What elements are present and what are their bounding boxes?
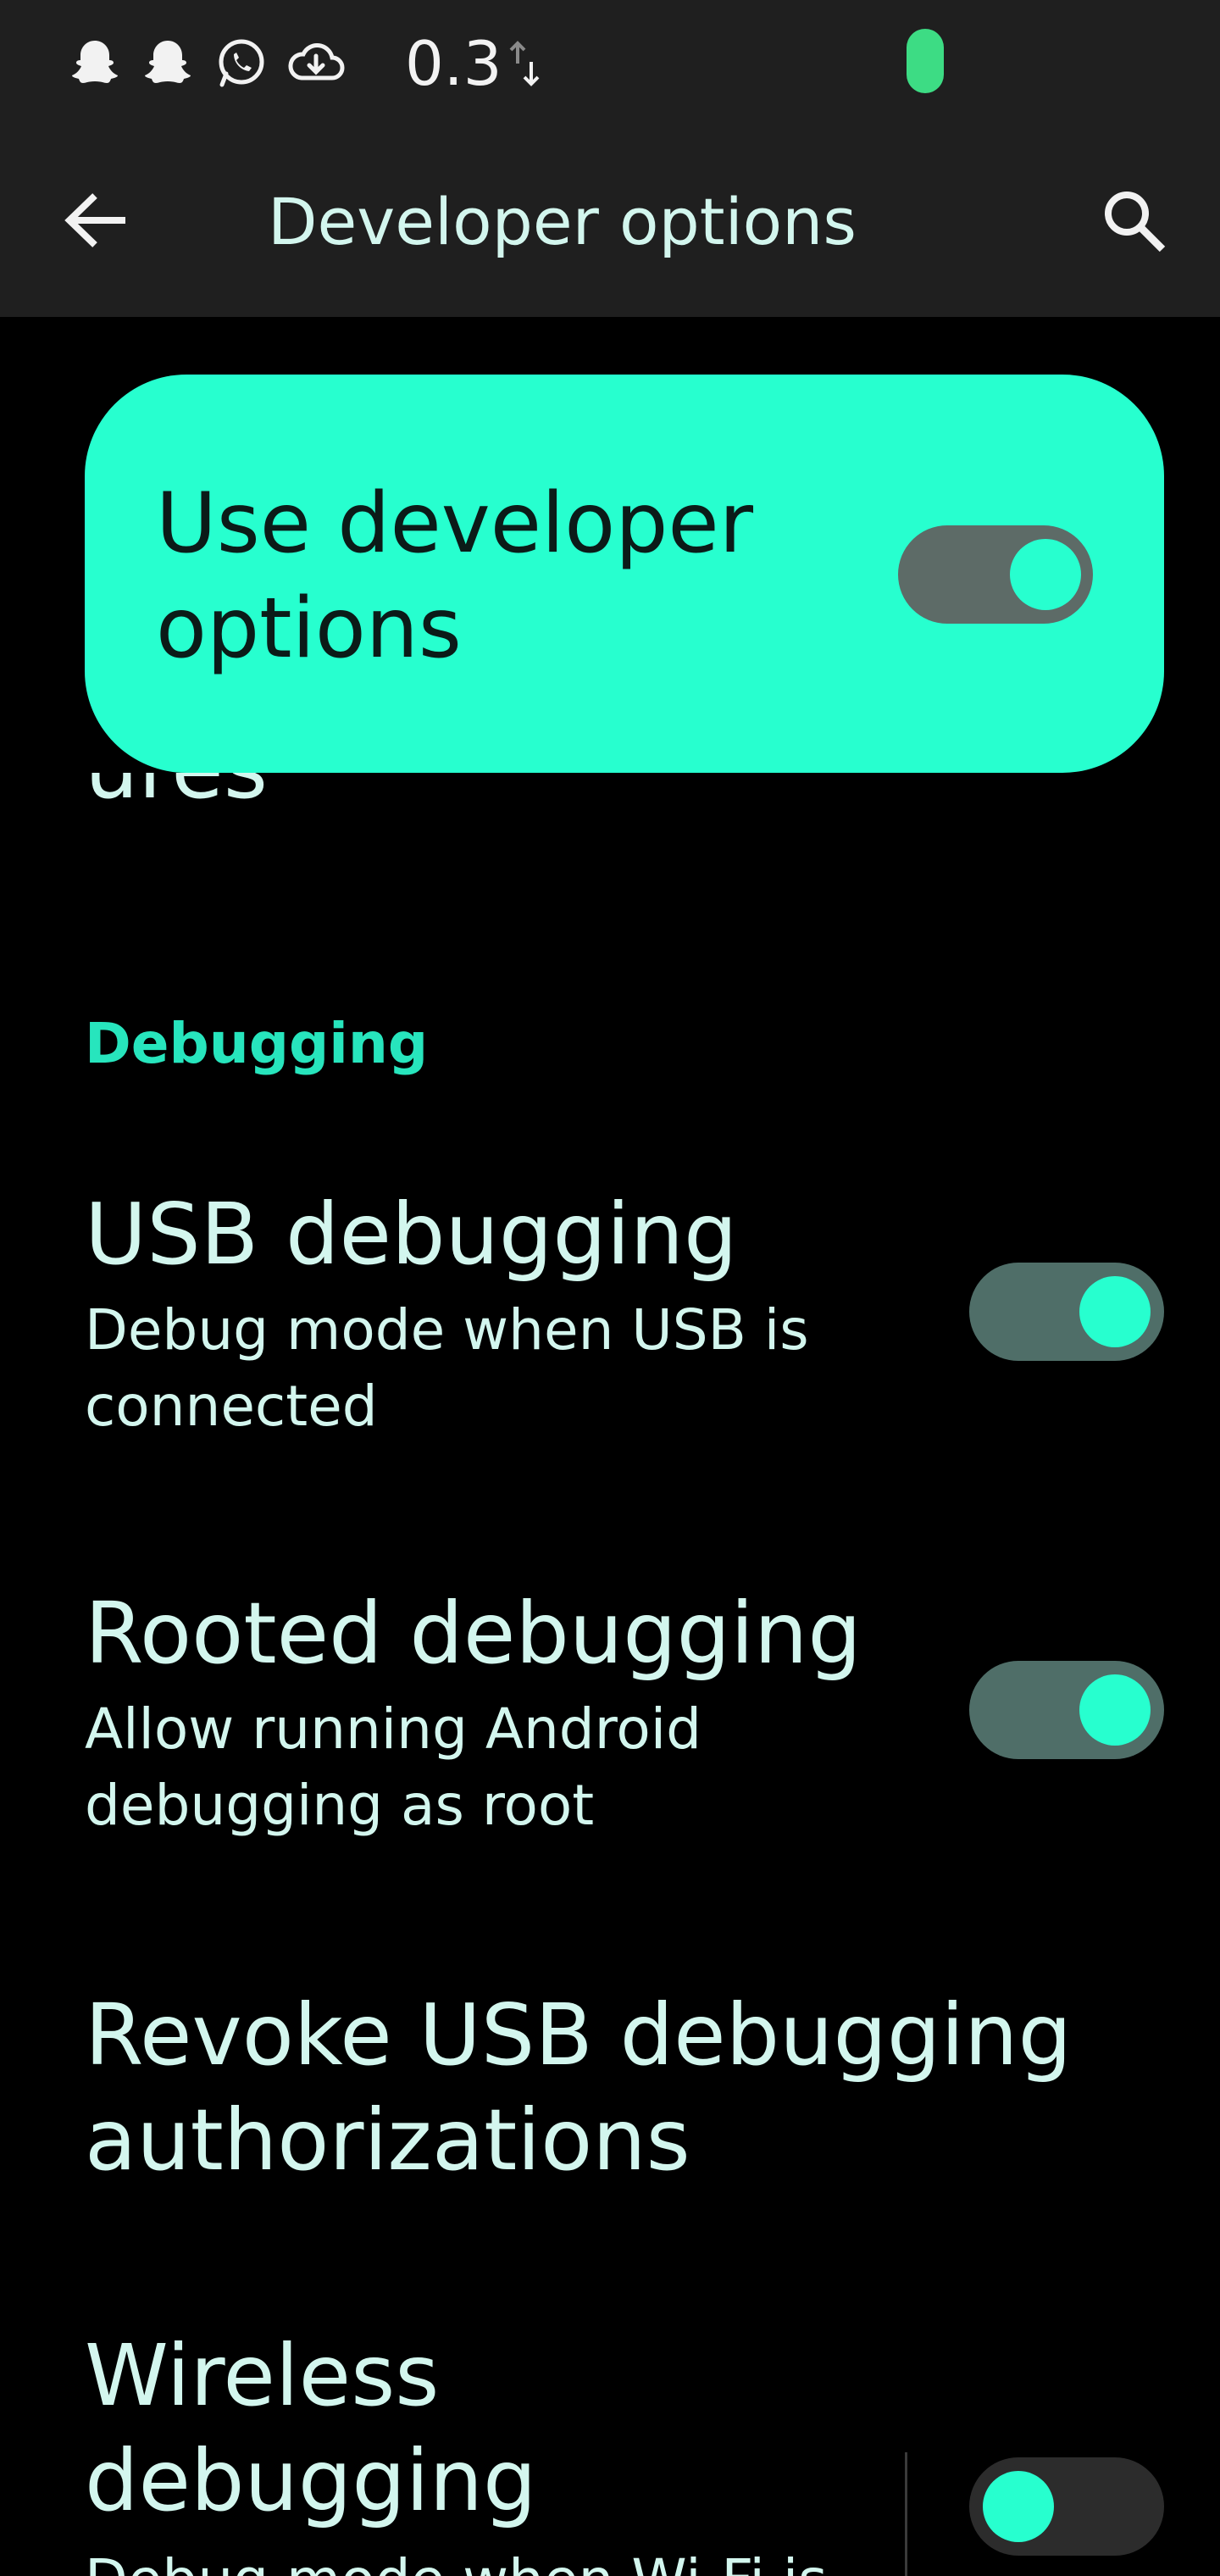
switch-thumb	[983, 2471, 1054, 2542]
use-developer-options-label: Use developer options	[156, 475, 753, 677]
switch-thumb	[1079, 1276, 1151, 1347]
arrow-left-icon	[64, 191, 129, 253]
notification-icons	[68, 32, 346, 93]
wireless-debugging-summary-container: Debug mode when Wi-Fi is connected	[85, 2542, 847, 2576]
search-icon	[1100, 186, 1167, 258]
usb-debugging-switch[interactable]	[969, 1263, 1164, 1361]
back-button[interactable]	[54, 180, 139, 264]
cloud-download-icon	[286, 36, 346, 90]
wireless-debugging-switch[interactable]	[969, 2457, 1164, 2556]
partially-hidden-text: ures	[85, 773, 268, 824]
revoke-usb-debugging-title: Revoke USB debugging authorizations	[85, 1985, 1073, 2190]
switch-thumb	[1010, 539, 1081, 610]
snapchat-icon	[68, 36, 122, 90]
rooted-debugging-summary: Allow running Android debugging as root	[85, 1696, 702, 1838]
usb-debugging-summary: Debug mode when USB is connected	[85, 1297, 809, 1439]
partially-hidden-preference: ures	[85, 773, 339, 832]
up-down-arrows-icon	[509, 38, 540, 89]
switch-thumb	[1079, 1674, 1151, 1746]
use-developer-options-card[interactable]: Use developer options	[85, 375, 1164, 773]
revoke-usb-debugging-item[interactable]: Revoke USB debugging authorizations	[85, 1983, 1186, 2193]
network-speed: 0.3	[405, 25, 540, 102]
wireless-debugging-summary: Debug mode when Wi-Fi is connected	[85, 2542, 847, 2576]
page-title: Developer options	[268, 184, 857, 259]
vertical-divider	[905, 2452, 907, 2576]
search-button[interactable]	[1091, 180, 1176, 264]
wireless-debugging-title: Wireless debugging	[85, 2326, 537, 2530]
rooted-debugging-switch[interactable]	[969, 1661, 1164, 1759]
network-speed-value: 0.3	[405, 28, 502, 99]
snapchat-icon	[141, 36, 195, 90]
use-developer-options-switch[interactable]	[898, 525, 1093, 624]
section-header-debugging: Debugging	[85, 1011, 429, 1076]
status-bar: 0.3	[0, 0, 1220, 127]
whatsapp-icon	[214, 36, 268, 90]
app-toolbar: Developer options	[0, 127, 1220, 317]
camera-indicator	[907, 29, 944, 93]
